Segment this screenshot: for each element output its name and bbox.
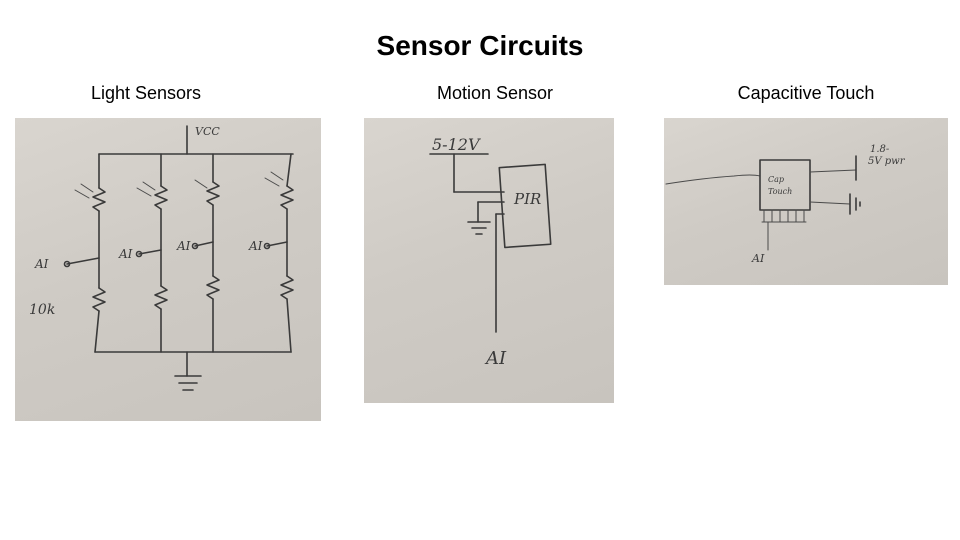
pir-label: PIR bbox=[513, 190, 541, 208]
motion-ai-label: AI bbox=[484, 348, 507, 369]
vcc-label: VCC bbox=[195, 125, 220, 138]
cap-ai-label: AI bbox=[751, 252, 765, 265]
ai-label-4: AI bbox=[248, 239, 263, 253]
capacitive-touch-sketch: Cap Touch 1.8- 5V pwr AI bbox=[664, 118, 948, 285]
panel-label-light: Light Sensors bbox=[90, 83, 202, 103]
ai-label-3: AI bbox=[176, 239, 191, 253]
ai-label-2: AI bbox=[118, 247, 133, 261]
supply-label: 5-12V bbox=[432, 135, 481, 154]
power-label-2: 5V pwr bbox=[868, 156, 906, 167]
motion-sensor-sketch: 5-12V PIR AI bbox=[364, 118, 614, 403]
slide-title: Sensor Circuits bbox=[376, 30, 584, 61]
cap-touch-label-1: Cap bbox=[768, 175, 784, 184]
ai-label-1: AI bbox=[34, 257, 49, 271]
light-sensors-sketch: VCC AI 10k AI AI AI bbox=[15, 118, 321, 421]
cap-touch-label-2: Touch bbox=[768, 187, 792, 196]
resistor-label: 10k bbox=[29, 302, 55, 318]
panel-label-motion: Motion Sensor bbox=[436, 83, 554, 103]
power-label-1: 1.8- bbox=[870, 144, 890, 155]
panel-label-capacitive: Capacitive Touch bbox=[737, 83, 875, 103]
